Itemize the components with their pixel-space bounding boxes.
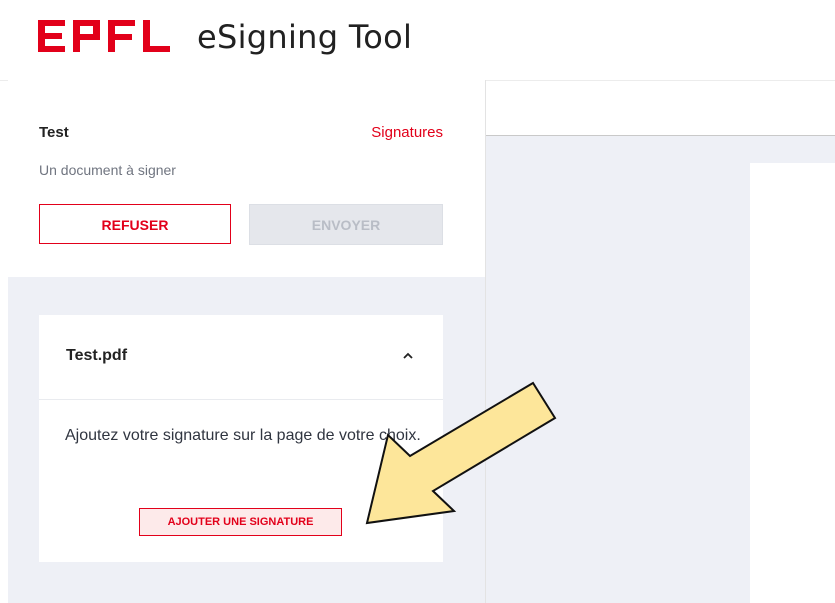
arrow-annotation — [365, 381, 557, 525]
epfl-logo[interactable] — [38, 16, 173, 56]
viewer-toolbar-divider — [486, 135, 835, 136]
document-description: Un document à signer — [39, 162, 176, 178]
document-title: Test — [39, 124, 69, 141]
app-title: eSigning Tool — [197, 18, 413, 56]
pdf-page — [750, 163, 835, 603]
add-signature-button[interactable]: AJOUTER UNE SIGNATURE — [139, 508, 342, 536]
app-header: eSigning Tool — [0, 0, 835, 81]
signatures-link[interactable]: Signatures — [371, 124, 443, 141]
send-button[interactable]: ENVOYER — [249, 204, 443, 245]
document-summary: Test Signatures Un document à signer REF… — [8, 80, 485, 277]
chevron-up-icon[interactable] — [401, 349, 415, 363]
file-name: Test.pdf — [66, 347, 128, 364]
refuse-button[interactable]: REFUSER — [39, 204, 231, 244]
